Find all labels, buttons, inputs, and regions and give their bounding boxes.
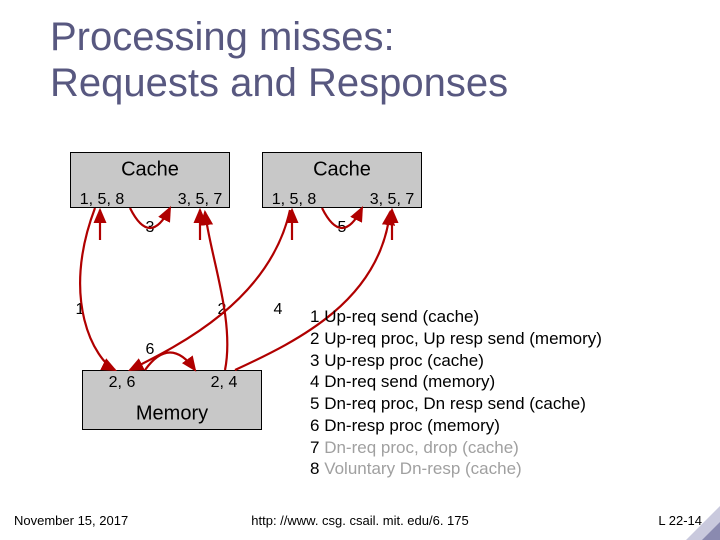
memory-title: Memory (136, 403, 208, 426)
legend-row: 8 Voluntary Dn-resp (cache) (310, 458, 602, 480)
cache-2-left: 1, 5, 8 (272, 191, 316, 209)
legend: 1 Up-req send (cache) 2 Up-req proc, Up … (310, 306, 602, 480)
label-step-2: 2 (218, 301, 227, 319)
cache-1-title: Cache (121, 159, 179, 182)
cache-2-below: 5 (338, 219, 347, 237)
cache-1-below: 3 (146, 219, 155, 237)
legend-row: 2 Up-req proc, Up resp send (memory) (310, 328, 602, 350)
footer-url: http: //www. csg. csail. mit. edu/6. 175 (251, 513, 468, 528)
legend-row: 6 Dn-resp proc (memory) (310, 415, 602, 437)
legend-row: 3 Up-resp proc (cache) (310, 350, 602, 372)
diagram-stage: Cache 1, 5, 8 3, 5, 7 3 Cache 1, 5, 8 3,… (0, 0, 720, 540)
legend-row: 5 Dn-req proc, Dn resp send (cache) (310, 393, 602, 415)
label-step-4: 4 (274, 301, 283, 319)
cache-1-left: 1, 5, 8 (80, 191, 124, 209)
cache-2-title: Cache (313, 159, 371, 182)
memory-left: 2, 6 (109, 374, 136, 392)
memory-right: 2, 4 (211, 374, 238, 392)
cache-1-right: 3, 5, 7 (178, 191, 222, 209)
label-step-1: 1 (76, 301, 85, 319)
label-step-6: 6 (146, 341, 155, 359)
footer-date: November 15, 2017 (14, 513, 128, 528)
cache-2-right: 3, 5, 7 (370, 191, 414, 209)
legend-row: 7 Dn-req proc, drop (cache) (310, 437, 602, 459)
legend-row: 1 Up-req send (cache) (310, 306, 602, 328)
legend-row: 4 Dn-req send (memory) (310, 371, 602, 393)
page-curl-icon (686, 506, 720, 540)
